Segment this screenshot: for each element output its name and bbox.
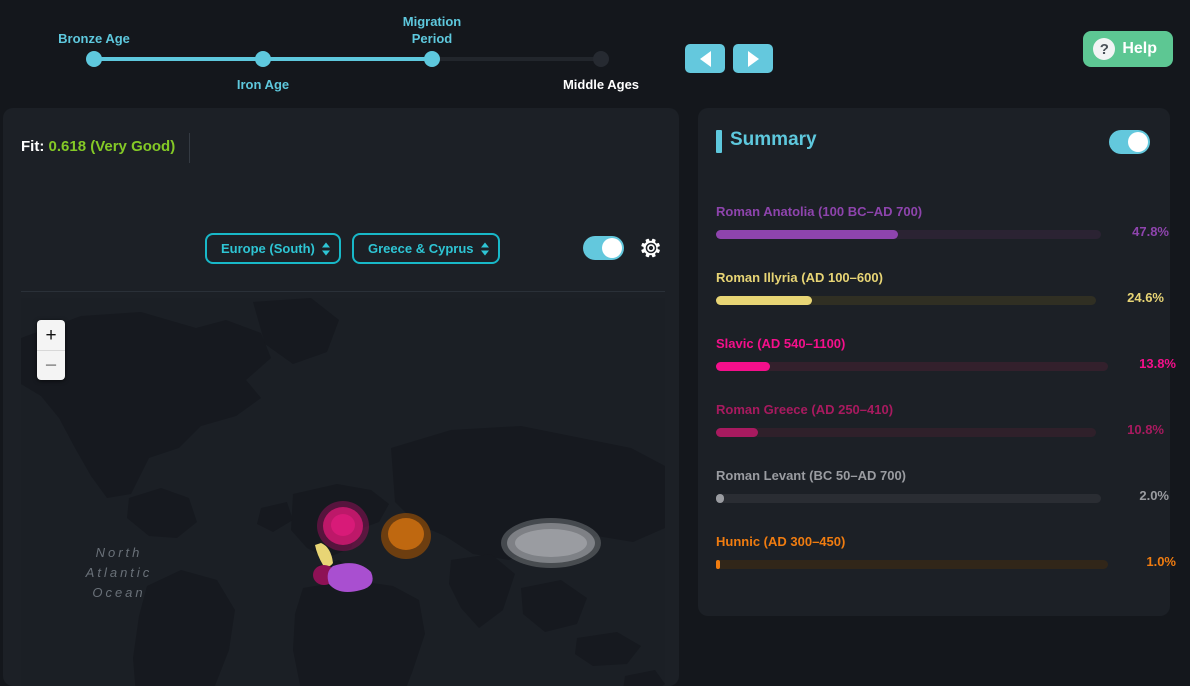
ancestry-bar-track [716,428,1096,437]
summary-title: Summary [730,129,817,150]
gear-icon[interactable] [639,236,663,260]
map-overlay-toggle[interactable] [583,236,624,260]
world-map[interactable]: + − North Atlantic OceanSouth AtlanticIn… [21,298,665,686]
ancestry-bar-fill [716,560,720,569]
ancestry-row[interactable]: Roman Illyria (AD 100–600) 24.6% [698,246,1170,312]
zoom-out-button[interactable]: − [37,350,65,380]
ancestry-percentage: 1.0% [1146,554,1176,569]
era-timeline[interactable]: Bronze Age Iron Age Migration Period Middle … [0,0,670,100]
ancestry-row[interactable]: Roman Levant (BC 50–AD 700) 2.0% [698,444,1170,510]
stepper-arrows-icon [480,242,489,255]
region-select-value: Europe (South) [221,241,315,256]
timeline-label-0[interactable]: Bronze Age [19,30,169,47]
summary-toggle[interactable] [1109,130,1150,154]
ancestry-breakdown-list: Roman Anatolia (100 BC–AD 700) 47.8% Roman… [698,180,1176,576]
ancestry-percentage: 10.8% [1127,422,1164,437]
help-button-label: Help [1122,40,1157,57]
help-button[interactable]: ? Help [1083,31,1173,67]
previous-triangle-icon [699,50,711,67]
playback-controls [685,44,773,73]
ancestry-bar-fill [716,296,812,305]
toggle-knob [602,238,622,258]
timeline-label-1[interactable]: Iron Age [188,76,338,93]
ancestry-row[interactable]: Hunnic (AD 300–450) 1.0% [698,510,1176,576]
timeline-label-3[interactable]: Middle Ages [526,76,676,93]
population-select[interactable]: Greece & Cyprus [352,233,500,264]
toolbar-divider [189,133,190,163]
ancestry-bar-track [716,296,1096,305]
summary-header: Summary [698,108,1170,170]
fit-label: Fit: [21,138,45,155]
ancestry-percentage: 2.0% [1139,488,1169,503]
ancestry-percentage: 47.8% [1132,224,1169,239]
ancestry-row-label: Roman Greece (AD 250–410) [716,402,894,417]
summary-accent-bar [716,130,722,153]
timeline-handle-3[interactable] [593,51,609,67]
stepper-arrows-icon [321,242,330,255]
fit-score: Fit: 0.618 (Very Good) [21,138,175,155]
ancestry-row[interactable]: Slavic (AD 540–1100) 13.8% [698,312,1176,378]
ancestry-row-label: Slavic (AD 540–1100) [716,336,846,351]
ancestry-percentage: 24.6% [1127,290,1164,305]
ancestry-bar-track [716,230,1101,239]
ancestry-bar-fill [716,428,758,437]
fit-value: 0.618 (Very Good) [48,138,176,155]
zoom-in-button[interactable]: + [37,320,65,350]
ancestry-row-label: Hunnic (AD 300–450) [716,534,846,549]
app-root: Bronze Age Iron Age Migration Period Middle … [0,0,1190,686]
timeline-handle-2[interactable] [424,51,440,67]
next-triangle-icon [747,50,759,67]
world-map-landmasses [21,298,665,686]
population-select-value: Greece & Cyprus [368,241,474,256]
ancestry-bar-fill [716,230,898,239]
timeline-label-2[interactable]: Migration Period [357,13,507,47]
timeline-handle-0[interactable] [86,51,102,67]
timeline-handle-1[interactable] [255,51,271,67]
ancestry-row[interactable]: Roman Anatolia (100 BC–AD 700) 47.8% [698,180,1170,246]
ancestry-bar-fill [716,494,724,503]
ancestry-bar-track [716,560,1108,569]
toolbar-bottom-divider [21,291,665,292]
ancestry-bar-fill [716,362,770,371]
timeline-track[interactable] [86,51,609,67]
ancestry-row[interactable]: Roman Greece (AD 250–410) 10.8% [698,378,1170,444]
ancestry-row-label: Roman Levant (BC 50–AD 700) [716,468,906,483]
next-era-button[interactable] [733,44,773,73]
map-zoom-controls[interactable]: + − [37,320,65,380]
map-toolbar: Fit: 0.618 (Very Good) Europe (South) Gr… [3,108,679,292]
ancestry-percentage: 13.8% [1139,356,1176,371]
previous-era-button[interactable] [685,44,725,73]
summary-panel: Summary Roman Anatolia (100 BC–AD 700) 47… [698,108,1176,616]
ancestry-row-label: Roman Illyria (AD 100–600) [716,270,883,285]
ancestry-bar-track [716,362,1108,371]
ancestry-bar-track [716,494,1101,503]
ancestry-row-label: Roman Anatolia (100 BC–AD 700) [716,204,923,219]
question-mark-icon: ? [1093,38,1116,60]
toggle-knob [1128,132,1148,152]
region-select[interactable]: Europe (South) [205,233,341,264]
map-panel: Fit: 0.618 (Very Good) Europe (South) Gr… [3,108,679,686]
